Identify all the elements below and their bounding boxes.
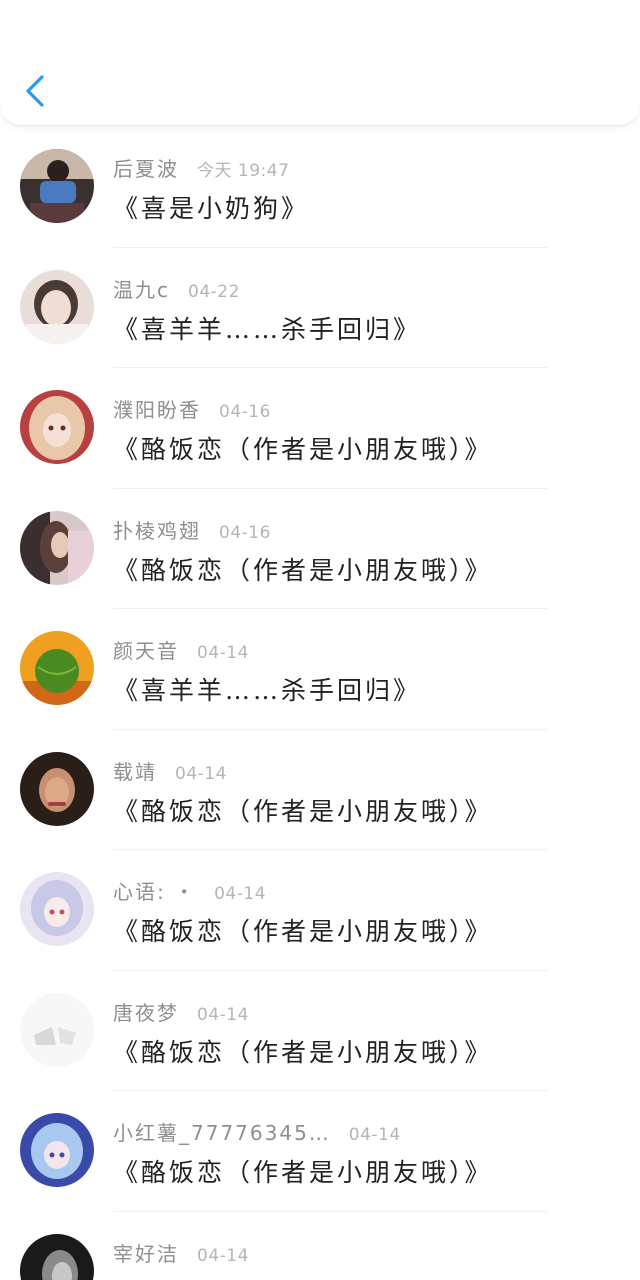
username[interactable]: 颜天音	[113, 639, 179, 663]
list-item[interactable]: 宰好洁 04-14	[0, 1212, 640, 1280]
timestamp: 04-14	[197, 1245, 249, 1266]
username[interactable]: 心语: ・	[113, 880, 196, 904]
list-item[interactable]: 温九c 04-22 《喜羊羊……杀手回归》	[0, 248, 640, 368]
avatar[interactable]	[20, 872, 94, 946]
avatar[interactable]	[20, 992, 94, 1067]
avatar[interactable]	[20, 1113, 94, 1187]
top-navigation-bar	[0, 0, 640, 126]
username[interactable]: 唐夜梦	[113, 1001, 179, 1025]
book-title[interactable]: 《酪饭恋（作者是小朋友哦）》	[113, 912, 493, 948]
timestamp: 04-16	[219, 522, 271, 543]
avatar[interactable]	[20, 1233, 94, 1280]
list-item[interactable]: 颜天音 04-14 《喜羊羊……杀手回归》	[0, 609, 640, 730]
book-title[interactable]: 《酪饭恋（作者是小朋友哦）》	[113, 430, 493, 466]
list-item[interactable]: 濮阳盼香 04-16 《酪饭恋（作者是小朋友哦）》	[0, 368, 640, 489]
timestamp: 04-14	[175, 763, 227, 784]
username[interactable]: 载靖	[113, 760, 157, 784]
chevron-left-icon	[26, 75, 44, 107]
timestamp: 04-22	[188, 281, 240, 302]
book-title[interactable]: 《喜羊羊……杀手回归》	[113, 310, 421, 346]
book-title[interactable]: 《酪饭恋（作者是小朋友哦）》	[113, 792, 493, 828]
list-item[interactable]: 唐夜梦 04-14 《酪饭恋（作者是小朋友哦）》	[0, 971, 640, 1091]
username[interactable]: 宰好洁	[113, 1242, 179, 1266]
username[interactable]: 扑棱鸡翅	[113, 519, 201, 543]
book-title[interactable]: 《酪饭恋（作者是小朋友哦）》	[113, 551, 493, 587]
list-item[interactable]: 扑棱鸡翅 04-16 《酪饭恋（作者是小朋友哦）》	[0, 489, 640, 609]
avatar[interactable]	[20, 390, 94, 464]
list-item[interactable]: 心语: ・ 04-14 《酪饭恋（作者是小朋友哦）》	[0, 850, 640, 971]
username[interactable]: 小红薯_77776345…	[113, 1121, 331, 1145]
timestamp: 04-16	[219, 402, 271, 422]
book-title[interactable]: 《喜是小奶狗》	[113, 189, 309, 225]
avatar[interactable]	[20, 269, 94, 344]
list-item[interactable]: 后夏波 今天 19:47 《喜是小奶狗》	[0, 127, 640, 248]
avatar[interactable]	[20, 149, 94, 223]
timestamp: 04-14	[348, 1125, 401, 1145]
timestamp: 今天 19:47	[197, 161, 290, 181]
list-item[interactable]: 载靖 04-14 《酪饭恋（作者是小朋友哦）》	[0, 730, 640, 850]
timestamp: 04-14	[214, 884, 267, 904]
username[interactable]: 濮阳盼香	[113, 398, 201, 422]
book-title[interactable]: 《喜羊羊……杀手回归》	[113, 671, 421, 707]
book-title[interactable]: 《酪饭恋（作者是小朋友哦）》	[113, 1033, 493, 1069]
avatar[interactable]	[20, 510, 94, 585]
list-item[interactable]: 小红薯_77776345… 04-14 《酪饭恋（作者是小朋友哦）》	[0, 1091, 640, 1212]
book-title[interactable]: 《酪饭恋（作者是小朋友哦）》	[113, 1153, 493, 1189]
avatar[interactable]	[20, 751, 94, 826]
app-screen: 后夏波 今天 19:47 《喜是小奶狗》 温九c 04-22 《喜羊羊……杀手回归》	[0, 0, 640, 1280]
comment-list: 后夏波 今天 19:47 《喜是小奶狗》 温九c 04-22 《喜羊羊……杀手回归》	[0, 127, 640, 1280]
avatar[interactable]	[20, 631, 94, 705]
back-button[interactable]	[20, 72, 50, 110]
timestamp: 04-14	[197, 643, 249, 663]
timestamp: 04-14	[197, 1004, 249, 1025]
username[interactable]: 温九c	[113, 278, 170, 302]
username[interactable]: 后夏波	[113, 157, 179, 181]
